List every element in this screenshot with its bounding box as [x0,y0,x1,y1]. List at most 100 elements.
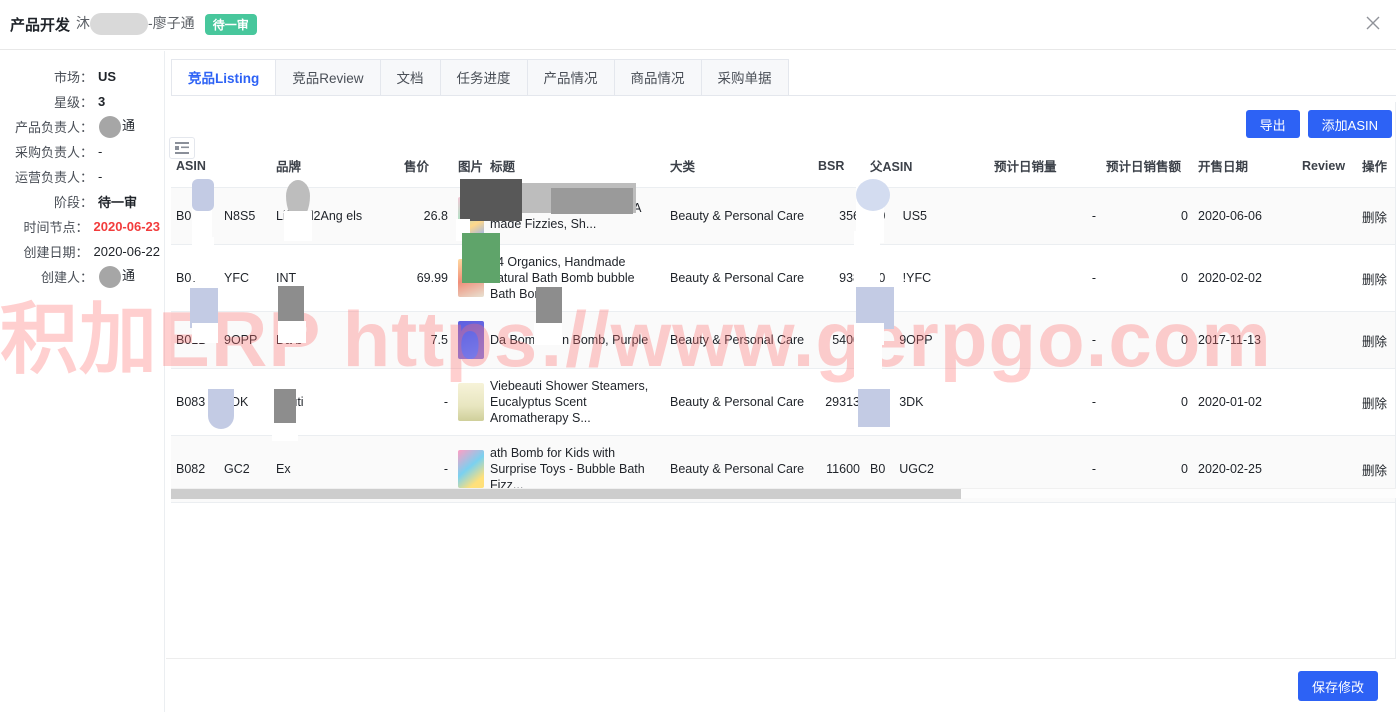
table-header-row: ASIN 品牌 售价 图片 标题 大类 BSR 父ASIN 预计日销量 预计日销… [171,146,1396,188]
col-header-est-daily-revenue[interactable]: 预计日销售额 [1101,146,1193,188]
cell-title: 24 Organics, Handmade natural Bath Bomb … [485,245,665,312]
cell-bsr: 356 [813,188,865,245]
product-development-modal: 积加ERP https://www.gerpgo.com 产品开发 沐-廖子通 … [0,0,1396,712]
parent-asin-prefix: B [870,333,878,347]
sidebar-value: 通 [98,115,160,138]
cell-title: Da Bomb"F" n Bomb, Purple [485,312,665,369]
product-thumbnail[interactable] [458,197,484,235]
cell-launch-date: 2020-02-02 [1193,245,1297,312]
col-header-est-daily-sales[interactable]: 预计日销量 [989,146,1101,188]
sidebar-field-star-level: 星级： 3 [0,89,164,114]
sidebar-value: 2020-06-22 [94,244,161,259]
parent-asin-prefix: B0 [870,209,885,223]
col-header-bsr[interactable]: BSR [813,146,865,188]
cell-launch-date: 2020-01-02 [1193,369,1297,436]
cell-parent-asin[interactable]: B 3DK [865,369,989,436]
cell-brand: Lif und2Ang els [271,188,399,245]
export-button[interactable]: 导出 [1246,110,1300,138]
cell-asin-a[interactable]: B01D [171,312,219,369]
cell-asin-b[interactable]: YFC [219,245,271,312]
table-row[interactable]: B083 3DK Vi uti - Viebeauti Shower Steam… [171,369,1396,436]
cell-est-daily-revenue: 0 [1101,369,1193,436]
sidebar-field-product-owner: 产品负责人： 通 [0,114,164,139]
parent-asin-prefix: B [870,395,878,409]
tab-product-status[interactable]: 产品情况 [527,59,614,96]
cell-brand: INT [271,245,399,312]
cell-review [1297,188,1357,245]
cell-image[interactable] [453,369,485,436]
col-header-launch-date[interactable]: 开售日期 [1193,146,1297,188]
table-row[interactable]: B07 YFC INT 69.99 24 Organics, Handmade … [171,245,1396,312]
cell-brand: Vi uti [271,369,399,436]
sidebar-label: 创建人： [41,267,93,286]
tab-documents[interactable]: 文档 [380,59,440,96]
cell-est-daily-sales: - [989,312,1101,369]
col-header-title[interactable]: 标题 [485,146,665,188]
sidebar-label: 市场： [54,67,93,86]
product-thumbnail[interactable] [458,259,484,297]
table-row[interactable]: B01D 9OPP Da b 7.5 Da Bomb"F" n Bomb, Pu… [171,312,1396,369]
sidebar-value: 2020-06-23 [94,219,161,234]
col-header-image: 图片 [453,146,485,188]
cell-image[interactable] [453,312,485,369]
cell-parent-asin[interactable]: B0 !YFC [865,245,989,312]
product-thumbnail[interactable] [458,321,484,359]
save-changes-button[interactable]: 保存修改 [1298,671,1378,701]
horizontal-scrollbar-thumb[interactable] [171,489,961,499]
cell-parent-asin[interactable]: B 9OPP [865,312,989,369]
header-subtitle-suffix: -廖子通 [148,15,195,31]
detail-sidebar: 市场： US 星级： 3 产品负责人： 通 采购负责人： - 运营负责人： - … [0,51,165,712]
close-icon[interactable] [1362,14,1384,36]
tab-competitor-listing[interactable]: 竞品Listing [171,59,275,96]
delete-link[interactable]: 删除 [1357,245,1396,312]
cell-est-daily-sales: - [989,369,1101,436]
horizontal-scrollbar-track[interactable] [171,488,1396,498]
cell-price: 7.5 [399,312,453,369]
delete-link[interactable]: 删除 [1357,188,1396,245]
sidebar-field-create-date: 创建日期： 2020-06-22 [0,239,164,264]
modal-footer: 保存修改 [166,658,1396,712]
product-thumbnail[interactable] [458,383,484,421]
cell-image[interactable] [453,188,485,245]
tab-task-progress[interactable]: 任务进度 [440,59,527,96]
cell-est-daily-revenue: 0 [1101,245,1193,312]
cell-launch-date: 2020-06-06 [1193,188,1297,245]
sidebar-value: 待一审 [98,192,160,211]
delete-link[interactable]: 删除 [1357,369,1396,436]
table-row[interactable]: B01 N8S5 Lif und2Ang els 26.8 ath Bombs … [171,188,1396,245]
add-asin-button[interactable]: 添加ASIN [1308,110,1392,138]
delete-link[interactable]: 删除 [1357,312,1396,369]
col-header-category[interactable]: 大类 [665,146,813,188]
cell-est-daily-revenue: 0 [1101,312,1193,369]
cell-asin-a[interactable]: B07 [171,245,219,312]
parent-asin-prefix: B0 [870,271,885,285]
cell-asin-b[interactable]: N8S5 [219,188,271,245]
cell-asin-a[interactable]: B083 [171,369,219,436]
col-header-parent-asin[interactable]: 父ASIN [865,146,989,188]
modal-header: 产品开发 沐-廖子通 待一审 [0,0,1396,50]
cell-price: - [399,369,453,436]
col-header-price[interactable]: 售价 [399,146,453,188]
cell-parent-asin[interactable]: B0 US5 [865,188,989,245]
sidebar-field-stage: 阶段： 待一审 [0,189,164,214]
parent-asin-prefix: B0 [870,462,885,476]
sidebar-field-market: 市场： US [0,64,164,89]
sidebar-label: 采购负责人： [15,142,93,161]
table-toolbar: 导出 添加ASIN [1246,110,1392,138]
sidebar-value-text: 通 [122,118,135,133]
product-thumbnail[interactable] [458,450,484,488]
tab-competitor-review[interactable]: 竞品Review [275,59,379,96]
cell-asin-a[interactable]: B01 [171,188,219,245]
col-header-brand[interactable]: 品牌 [271,146,399,188]
header-subtitle-prefix: 沐 [76,15,90,31]
col-header-review[interactable]: Review [1297,146,1357,188]
tab-goods-status[interactable]: 商品情况 [614,59,701,96]
cell-asin-b[interactable]: 9OPP [219,312,271,369]
list-settings-icon[interactable] [169,137,195,159]
tab-bar-underline [171,95,1396,96]
tab-purchase-docs[interactable]: 采购单据 [701,59,789,96]
main-panel: 竞品Listing 竞品Review 文档 任务进度 产品情况 商品情况 采购单… [166,51,1396,712]
cell-asin-b[interactable]: 3DK [219,369,271,436]
sidebar-label: 运营负责人： [15,167,93,186]
cell-image[interactable] [453,245,485,312]
